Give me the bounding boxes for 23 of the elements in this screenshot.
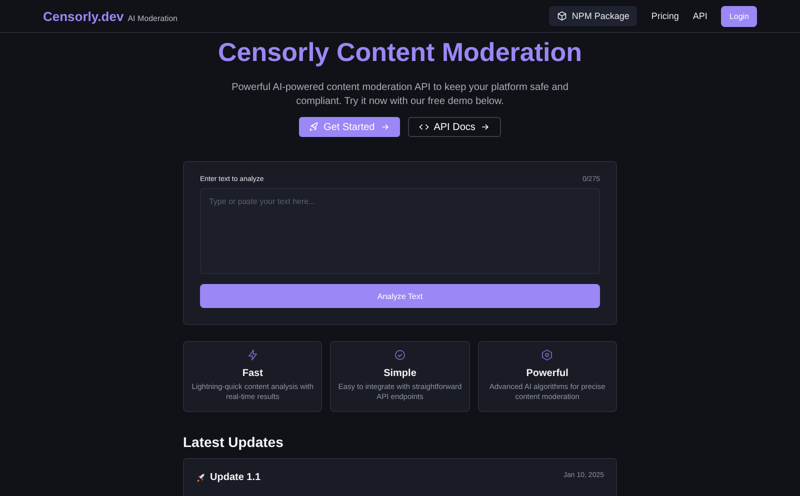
brand-logo[interactable]: Censorly.dev bbox=[43, 8, 124, 24]
rocket-icon bbox=[308, 122, 319, 132]
npm-package-link[interactable]: NPM Package bbox=[548, 6, 638, 26]
lightning-icon bbox=[246, 349, 259, 361]
feature-title: Simple bbox=[384, 368, 416, 379]
nav-link[interactable]: Pricing bbox=[651, 11, 679, 21]
arrow-right-icon bbox=[480, 122, 490, 132]
feature-title: Fast bbox=[242, 368, 263, 379]
rocket-icon bbox=[196, 472, 206, 482]
arrow-right-icon bbox=[380, 122, 390, 132]
hexagon-icon bbox=[541, 349, 554, 361]
text-input-field[interactable]: Type or paste your text here... bbox=[200, 188, 600, 274]
brand-tagline: AI Moderation bbox=[128, 14, 178, 22]
nav-link[interactable]: API bbox=[692, 11, 708, 21]
cube-icon bbox=[556, 11, 567, 21]
hero-title: Censorly Content Moderation bbox=[218, 37, 582, 68]
check-circle-icon bbox=[394, 349, 406, 361]
feature-title: Powerful bbox=[526, 368, 568, 379]
update-title: Update 1.1 bbox=[210, 472, 261, 483]
section-heading: Latest Updates bbox=[183, 434, 284, 450]
api-docs-button[interactable]: API Docs bbox=[408, 117, 502, 137]
code-icon bbox=[418, 122, 429, 132]
hero-subtitle: Powerful AI-powered content moderation API to keep your platform safe and compliant. Try it now with our free demo below. bbox=[230, 81, 570, 109]
